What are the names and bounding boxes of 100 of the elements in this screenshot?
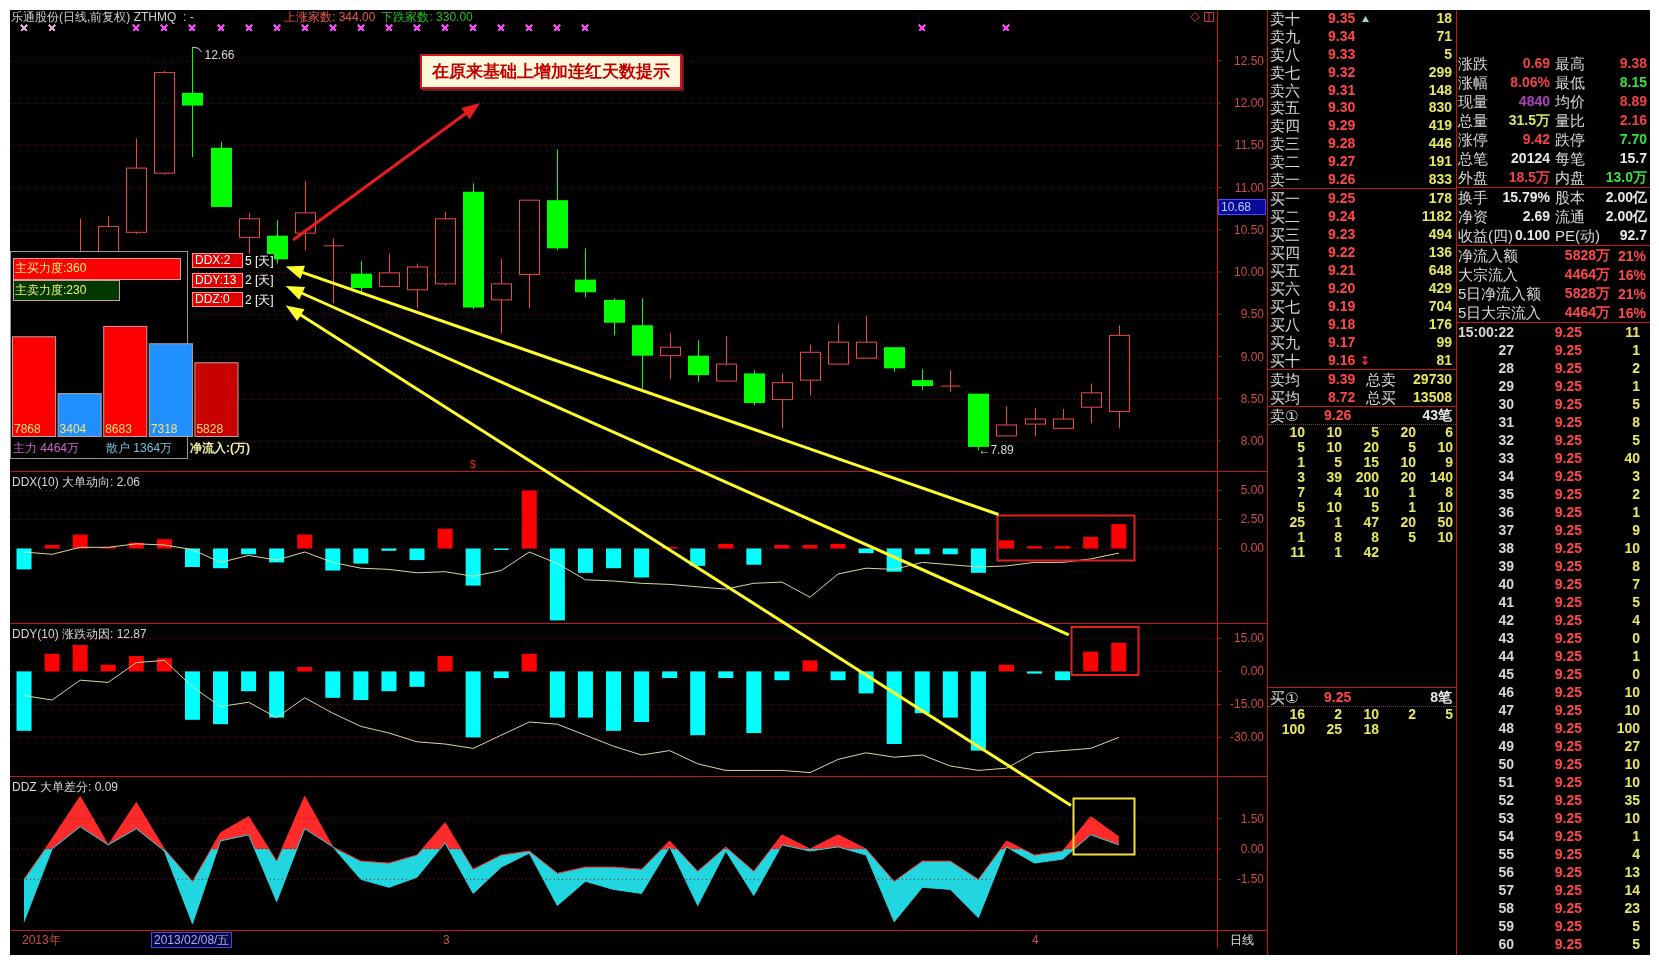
queue-order: 8 [1444, 485, 1453, 500]
queue-order: 1 [1407, 485, 1416, 500]
tick-volume: 8 [1631, 558, 1640, 574]
stat-value: 8.15 [1619, 74, 1647, 91]
stat-value: 13.0万 [1605, 169, 1647, 186]
axis-label: 10.50 [1233, 222, 1264, 237]
tick-time: 30 [1497, 396, 1514, 412]
order-volume: 446 [1427, 135, 1452, 152]
tick-volume: 1 [1631, 504, 1640, 520]
axis-label: 9.00 [1240, 349, 1264, 364]
tick-price: 9.25 [1553, 396, 1583, 412]
chart-title: 乐通股份(日线,前复权) ZTHMQ [10, 10, 178, 24]
queue-order: 10 [1325, 500, 1342, 515]
tick-volume: 5 [1631, 936, 1640, 952]
axis-label: -15.00 [1229, 697, 1264, 712]
date-label: 2013年 [22, 932, 61, 947]
order-price: 9.23 [1328, 225, 1357, 243]
queue-order: 5 [1407, 440, 1416, 455]
tick-volume: 13 [1623, 864, 1640, 880]
tick-volume: 2 [1631, 360, 1640, 376]
indicator-title: DDX(10) 大单动向: 2.06 [12, 475, 141, 489]
order-price: 9.25 [1328, 189, 1357, 207]
order-price: 9.26 [1328, 170, 1357, 188]
stat-label: 内盘 [1555, 169, 1585, 186]
order-price: 9.22 [1328, 243, 1357, 261]
queue-order: 10 [1436, 440, 1453, 455]
tick-time: 48 [1497, 720, 1514, 736]
average-price: 8.72 [1328, 388, 1357, 406]
axis-label: 9.50 [1240, 307, 1264, 322]
tick-volume: 3 [1631, 468, 1640, 484]
tick-volume: 5 [1631, 594, 1640, 610]
stat-value: 8.89 [1619, 93, 1647, 110]
stat-label: 涨停 [1458, 131, 1488, 148]
tick-time: 42 [1497, 612, 1514, 628]
queue-order: 50 [1436, 515, 1453, 530]
order-level-label: 买八 [1270, 315, 1301, 333]
tick-price: 9.25 [1553, 882, 1583, 898]
tick-time: 56 [1497, 864, 1514, 880]
axis-label: 15.00 [1233, 631, 1264, 646]
tick-price: 9.25 [1553, 324, 1583, 340]
stat-label: 总量 [1458, 112, 1488, 129]
order-price: 9.18 [1328, 315, 1357, 333]
tick-volume: 35 [1623, 792, 1640, 808]
order-level-label: 买五 [1270, 261, 1301, 279]
axis-label: 5.00 [1240, 483, 1264, 498]
tick-price: 9.25 [1553, 756, 1583, 772]
queue-order: 9 [1444, 455, 1453, 470]
order-volume: 191 [1427, 152, 1452, 170]
tick-price: 9.25 [1553, 630, 1583, 646]
tick-volume: 2 [1631, 486, 1640, 502]
queue-order: 47 [1362, 515, 1379, 530]
order-price: 9.28 [1328, 135, 1357, 152]
queue-order: 42 [1362, 545, 1379, 560]
tick-time: 33 [1497, 450, 1514, 466]
stat-label: 总笔 [1458, 150, 1488, 167]
queue-order: 10 [1325, 440, 1342, 455]
axis-label: 11.50 [1234, 138, 1264, 153]
tick-price: 9.25 [1553, 378, 1583, 394]
order-level-label: 卖二 [1270, 152, 1301, 170]
order-volume: 299 [1427, 63, 1452, 81]
stat-value: 4840 [1518, 93, 1550, 110]
queue-label: 卖① [1270, 407, 1300, 424]
tick-volume: 9 [1631, 522, 1640, 538]
stat-value: 0.69 [1522, 55, 1550, 72]
queue-order: 1 [1407, 500, 1416, 515]
tick-price: 9.25 [1553, 684, 1583, 700]
tick-time: 29 [1497, 378, 1514, 394]
axis-label: 8.00 [1240, 434, 1264, 448]
stat-label: 净资 [1458, 208, 1488, 225]
tick-time: 43 [1497, 630, 1514, 646]
flow-label: 5日净流入额 [1458, 285, 1543, 302]
tick-price: 9.25 [1553, 666, 1583, 682]
queue-order: 7 [1296, 485, 1305, 500]
tick-time: 40 [1497, 576, 1514, 592]
tick-volume: 10 [1623, 540, 1640, 556]
order-volume: 18 [1435, 10, 1452, 28]
flow-ratio: 21% [1616, 247, 1646, 264]
axis-label: 0.00 [1240, 541, 1264, 556]
stat-value: 2.00亿 [1605, 208, 1647, 225]
order-volume: 704 [1427, 297, 1452, 315]
order-level-label: 买九 [1270, 333, 1301, 351]
order-level-label: 卖三 [1270, 135, 1301, 152]
tick-volume: 0 [1631, 666, 1640, 682]
stat-value: 20124 [1511, 150, 1550, 167]
queue-order: 1 [1333, 515, 1342, 530]
flow-label: 5日大宗流入 [1458, 304, 1543, 321]
order-level-label: 买四 [1270, 243, 1301, 261]
tick-volume: 14 [1623, 882, 1640, 898]
queue-order: 5 [1370, 425, 1379, 440]
order-volume: 419 [1427, 117, 1452, 135]
order-level-label: 买二 [1270, 207, 1301, 225]
queue-order: 5 [1333, 455, 1342, 470]
order-volume: 136 [1427, 243, 1452, 261]
stat-label: 每笔 [1555, 150, 1585, 167]
tick-time: 46 [1497, 684, 1514, 700]
queue-order: 25 [1288, 515, 1305, 530]
tick-time: 34 [1497, 468, 1514, 484]
stat-value: 2.16 [1619, 112, 1647, 129]
tick-volume: 40 [1623, 450, 1640, 466]
tick-time: 49 [1497, 738, 1514, 754]
